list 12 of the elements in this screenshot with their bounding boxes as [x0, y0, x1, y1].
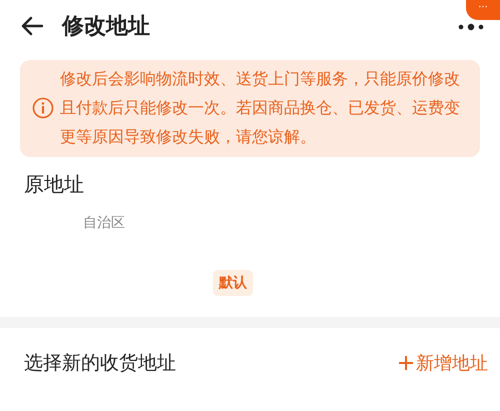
- section-heading: 选择新的收货地址: [24, 351, 176, 376]
- page-title: 修改地址: [62, 13, 151, 41]
- info-icon: [32, 96, 54, 118]
- plus-icon: [398, 355, 414, 371]
- notice-text: 修改后会影响物流时效、送货上门等服务，只能原价修改且付款后只能修改一次。若因商品换仓、已发货、运费变更等原因导致修改失败，请您谅解。: [60, 68, 461, 148]
- back-icon[interactable]: [20, 16, 44, 36]
- notification-badge: ···: [466, 0, 500, 20]
- more-icon[interactable]: [458, 23, 484, 31]
- default-tag: 默认: [213, 270, 253, 296]
- add-address-link[interactable]: 新增地址: [398, 351, 488, 375]
- section-heading: 原地址: [24, 171, 85, 198]
- address-text: 自治区: [83, 214, 126, 232]
